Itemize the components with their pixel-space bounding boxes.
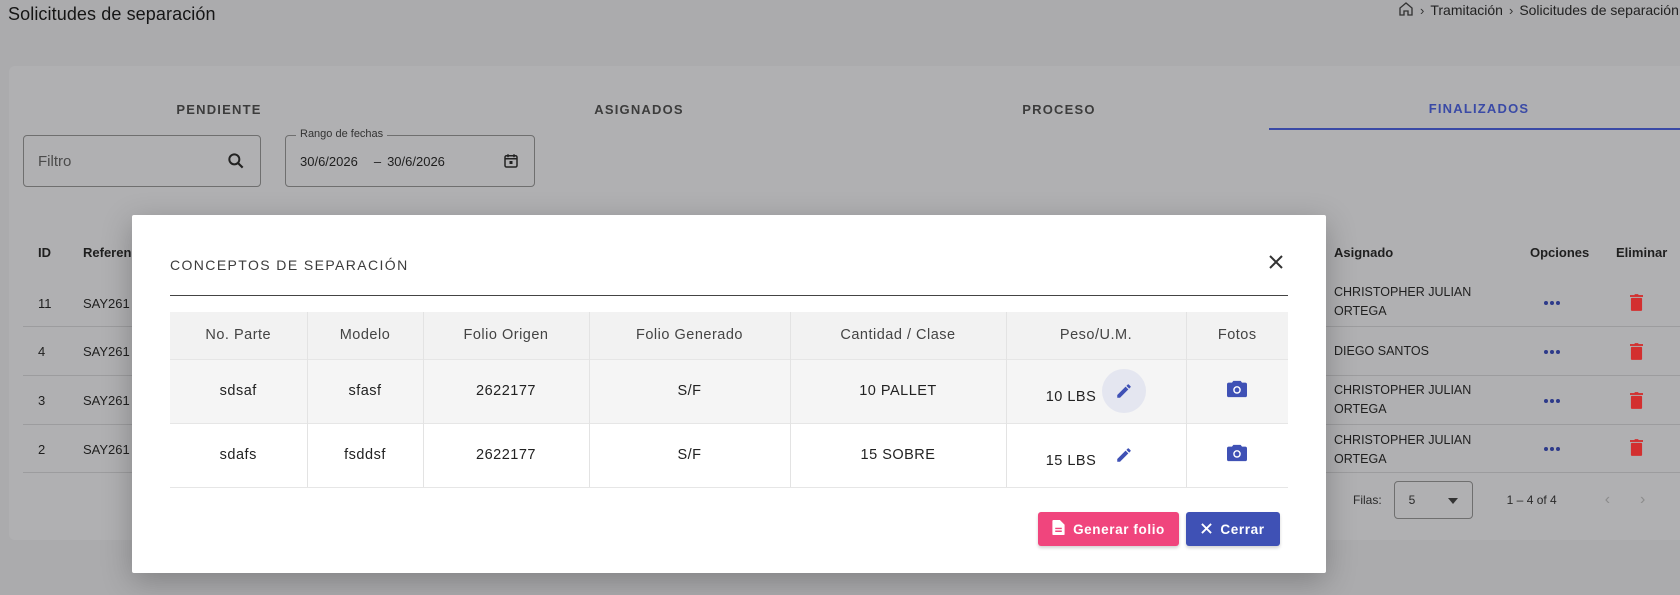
more-options-icon[interactable]: [1544, 301, 1560, 305]
tab-proceso[interactable]: PROCESO: [849, 88, 1269, 130]
chevron-right-icon: ›: [1508, 2, 1514, 18]
row-id: 2: [38, 442, 46, 457]
col-header-folio-origen: Folio Origen: [423, 312, 590, 359]
page-range: 1 – 4 of 4: [1506, 493, 1557, 507]
close-dialog-button[interactable]: Cerrar: [1186, 512, 1280, 546]
col-header-id: ID: [38, 245, 51, 260]
camera-icon[interactable]: [1226, 379, 1248, 399]
home-icon[interactable]: [1398, 1, 1414, 20]
row-ref: SAY261: [83, 344, 130, 359]
row-id: 11: [38, 296, 52, 311]
edit-icon[interactable]: [1102, 433, 1146, 477]
tab-asignados[interactable]: ASIGNADOS: [429, 88, 849, 130]
concepts-table: No. Parte Modelo Folio Origen Folio Gene…: [170, 312, 1288, 488]
col-header-cantidad-clase: Cantidad / Clase: [790, 312, 1007, 359]
col-header-peso: Peso/U.M.: [1006, 312, 1187, 359]
conceptos-dialog: CONCEPTOS DE SEPARACIÓN No. Parte Modelo…: [132, 215, 1326, 573]
col-header-fotos: Fotos: [1186, 312, 1288, 359]
cell-folio-origen: 2622177: [423, 358, 590, 423]
cell-modelo: sfasf: [307, 358, 424, 423]
delete-icon[interactable]: [1630, 439, 1643, 456]
search-icon[interactable]: [226, 151, 246, 171]
more-options-icon[interactable]: [1544, 350, 1560, 354]
date-range-field[interactable]: Rango de fechas 30/6/2026 – 30/6/2026: [285, 128, 535, 187]
edit-icon[interactable]: [1102, 369, 1147, 413]
close-icon[interactable]: [1265, 251, 1287, 273]
peso-value: 10 LBS: [1045, 389, 1097, 405]
breadcrumb-item-tramitacion[interactable]: Tramitación: [1430, 2, 1503, 18]
filter-input[interactable]: Filtro: [23, 135, 261, 187]
camera-icon[interactable]: [1226, 443, 1248, 463]
cell-cantidad: 15 SOBRE: [790, 422, 1007, 488]
cell-folio-origen: 2622177: [423, 422, 590, 488]
filter-placeholder: Filtro: [38, 152, 72, 170]
date-separator: –: [373, 153, 382, 169]
table-row: sdsaf sfasf 2622177 S/F 10 PALLET 10 LBS: [170, 358, 1288, 423]
document-icon: [1052, 520, 1065, 538]
tab-pendiente[interactable]: PENDIENTE: [9, 88, 429, 130]
col-header-eliminar: Eliminar: [1616, 245, 1668, 260]
chevron-right-icon: ›: [1420, 2, 1425, 18]
col-header-referencia: Referen: [83, 245, 132, 260]
more-options-icon[interactable]: [1544, 399, 1560, 403]
row-id: 3: [38, 393, 46, 408]
more-options-icon[interactable]: [1544, 447, 1560, 451]
tab-finalizados[interactable]: FINALIZADOS: [1269, 88, 1680, 130]
delete-icon[interactable]: [1630, 294, 1643, 311]
close-dialog-label: Cerrar: [1220, 521, 1265, 537]
peso-value: 15 LBS: [1045, 453, 1097, 469]
cell-modelo: fsddsf: [307, 422, 424, 488]
row-ref: SAY261: [83, 393, 130, 408]
cell-folio-generado: S/F: [589, 422, 791, 488]
close-icon: [1201, 522, 1213, 537]
row-assigned: CHRISTOPHER JULIAN ORTEGA: [1334, 383, 1472, 416]
col-header-no-parte: No. Parte: [170, 312, 308, 359]
calendar-icon[interactable]: [502, 152, 520, 170]
generate-folio-button[interactable]: Generar folio: [1038, 512, 1179, 546]
col-header-folio-generado: Folio Generado: [589, 312, 791, 359]
table-row: sdafs fsddsf 2622177 S/F 15 SOBRE 15 LBS: [170, 422, 1288, 488]
dialog-title: CONCEPTOS DE SEPARACIÓN: [170, 257, 409, 273]
rows-per-page-label: Filas:: [1353, 493, 1382, 507]
caret-down-icon: [1447, 493, 1458, 507]
rows-per-page-select[interactable]: 5: [1393, 481, 1473, 519]
col-header-modelo: Modelo: [307, 312, 424, 359]
rows-per-page-value: 5: [1408, 493, 1416, 507]
cell-no-parte: sdsaf: [170, 358, 308, 423]
cell-peso: 10 LBS: [1006, 358, 1187, 423]
breadcrumb-item-solicitudes: Solicitudes de separación: [1519, 2, 1679, 18]
status-tabs: PENDIENTE ASIGNADOS PROCESO FINALIZADOS: [9, 88, 1680, 130]
cell-no-parte: sdafs: [170, 422, 308, 488]
row-assigned: DIEGO SANTOS: [1334, 344, 1429, 358]
row-id: 4: [38, 344, 46, 359]
dialog-divider: [170, 295, 1288, 296]
cell-peso: 15 LBS: [1006, 422, 1187, 488]
col-header-opciones: Opciones: [1530, 245, 1590, 260]
row-assigned: CHRISTOPHER JULIAN ORTEGA: [1334, 285, 1472, 318]
date-from[interactable]: 30/6/2026: [300, 154, 358, 169]
row-assigned: CHRISTOPHER JULIAN ORTEGA: [1334, 433, 1472, 466]
delete-icon[interactable]: [1630, 343, 1643, 360]
cell-folio-generado: S/F: [589, 358, 791, 423]
pagination: Filas: 5 1 – 4 of 4 ‹ ›: [1353, 481, 1645, 519]
table-header-row: No. Parte Modelo Folio Origen Folio Gene…: [170, 312, 1288, 359]
date-to[interactable]: 30/6/2026: [387, 154, 445, 169]
generate-folio-label: Generar folio: [1073, 521, 1165, 537]
next-page-icon[interactable]: ›: [1640, 491, 1645, 509]
col-header-asignado: Asignado: [1334, 245, 1394, 260]
page-title: Solicitudes de separación: [8, 4, 216, 24]
cell-fotos: [1186, 358, 1288, 423]
date-range-label: Rango de fechas: [296, 128, 388, 140]
breadcrumb: › Tramitación › Solicitudes de separació…: [1398, 0, 1680, 20]
row-ref: SAY261: [83, 442, 130, 457]
cell-fotos: [1186, 422, 1288, 488]
prev-page-icon[interactable]: ‹: [1605, 491, 1610, 509]
row-ref: SAY261: [83, 296, 130, 311]
delete-icon[interactable]: [1630, 392, 1643, 409]
cell-cantidad: 10 PALLET: [790, 358, 1007, 423]
